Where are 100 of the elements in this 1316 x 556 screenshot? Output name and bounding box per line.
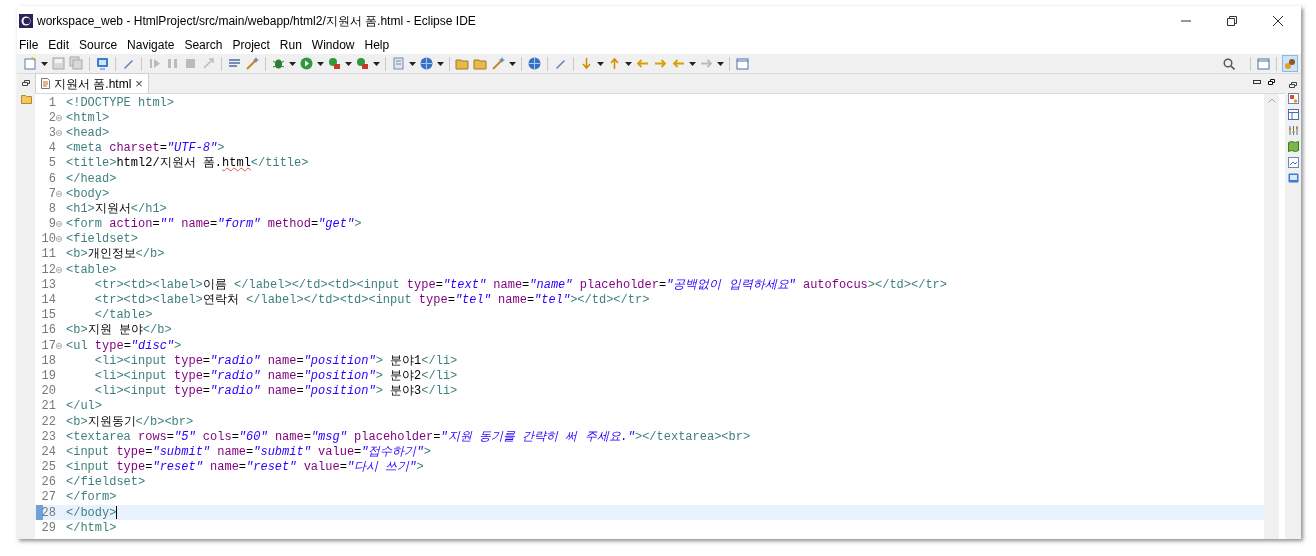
restore-icon[interactable] xyxy=(1289,82,1297,88)
code-line: </fieldset> xyxy=(66,476,146,489)
fold-icon[interactable] xyxy=(56,266,62,273)
code-line: <fieldset> xyxy=(66,233,138,246)
search-icon[interactable] xyxy=(1223,57,1235,70)
dropdown-caret-icon[interactable] xyxy=(625,61,632,66)
dropdown-caret-icon[interactable] xyxy=(689,61,696,66)
play-icon[interactable] xyxy=(299,56,314,71)
code-line: <table> xyxy=(66,263,117,276)
code-line: <b>지원동기</b><br> xyxy=(66,415,194,428)
line-number: 25 xyxy=(41,461,56,474)
code-line: </body> xyxy=(66,506,117,519)
dropdown-caret-icon[interactable] xyxy=(345,61,352,66)
fold-icon[interactable] xyxy=(56,114,62,121)
vertical-scrollbar[interactable] xyxy=(1264,94,1279,539)
dropdown-caret-icon[interactable] xyxy=(717,61,724,66)
menu-item[interactable]: File xyxy=(19,36,39,54)
sliders-icon[interactable] xyxy=(1287,125,1299,136)
line-number: 8 xyxy=(48,202,56,215)
line-number: 29 xyxy=(41,521,56,534)
dropdown-caret-icon[interactable] xyxy=(509,61,516,66)
line-number: 14 xyxy=(41,294,56,307)
fold-icon[interactable] xyxy=(56,129,62,136)
line-number: 26 xyxy=(41,476,56,489)
outline-icon[interactable] xyxy=(1287,93,1299,104)
line-number: 3 xyxy=(48,126,56,139)
line-number: 5 xyxy=(48,157,56,170)
code-line: </html> xyxy=(66,521,117,534)
restore-icon[interactable] xyxy=(22,80,30,86)
menu-item[interactable]: Window xyxy=(311,36,355,54)
dropdown-caret-icon[interactable] xyxy=(597,61,604,66)
scroll-up-icon[interactable] xyxy=(1267,98,1276,103)
line-number: 21 xyxy=(41,400,56,413)
dropdown-caret-icon[interactable] xyxy=(437,61,444,66)
line-number: 15 xyxy=(41,309,56,322)
text-cursor xyxy=(116,506,118,520)
dropdown-caret-icon[interactable] xyxy=(373,61,380,66)
code-line: <tr><td><label>이름 </label></td><td><input type="text" name="name" placeholder="공백없이 입력하세요" autofocus></td></tr> xyxy=(93,278,947,291)
perspective-button[interactable] xyxy=(1282,55,1298,72)
line-number: 9 xyxy=(48,218,56,231)
table-icon[interactable] xyxy=(1287,109,1299,120)
line-number: 1 xyxy=(48,96,56,109)
open-folder-icon[interactable] xyxy=(473,56,488,71)
monitor-icon[interactable] xyxy=(95,56,110,71)
close-tab-button[interactable]: × xyxy=(135,77,143,90)
image-file-icon[interactable] xyxy=(1287,157,1299,168)
dropdown-caret-icon[interactable] xyxy=(317,61,324,66)
line-number: 16 xyxy=(41,324,56,337)
window-icon[interactable] xyxy=(1256,56,1271,71)
line-number: 4 xyxy=(48,142,56,155)
code-line: <!DOCTYPE html> xyxy=(66,96,175,109)
code-line: <html> xyxy=(66,111,110,124)
menu-item[interactable]: Source xyxy=(79,36,118,54)
code-line: <li><input type="radio" name="position"> 분야2</li> xyxy=(93,369,458,382)
open-folder-icon[interactable] xyxy=(455,56,470,71)
menu-item[interactable]: Help xyxy=(364,36,390,54)
line-number: 27 xyxy=(41,491,56,504)
code-line: <body> xyxy=(66,187,110,200)
map-icon[interactable] xyxy=(1287,141,1299,152)
fold-icon[interactable] xyxy=(56,236,62,243)
line-number: 19 xyxy=(41,369,56,382)
fold-icon[interactable] xyxy=(56,342,62,349)
tab-label: 지원서 폼.html xyxy=(54,75,132,93)
code-line: </table> xyxy=(93,309,153,322)
dropdown-caret-icon[interactable] xyxy=(409,61,416,66)
line-number: 10 xyxy=(41,233,56,246)
fold-icon[interactable] xyxy=(56,190,62,197)
menu-item[interactable]: Edit xyxy=(48,36,70,54)
wand-icon[interactable] xyxy=(245,56,260,71)
line-number: 22 xyxy=(41,415,56,428)
fold-icon[interactable] xyxy=(56,221,62,228)
globe-icon[interactable] xyxy=(419,56,434,71)
globe-icon[interactable] xyxy=(527,56,542,71)
window-icon[interactable] xyxy=(735,56,750,71)
dropdown-caret-icon[interactable] xyxy=(289,61,296,66)
code-line: <input type="reset" name="reset" value="다시 쓰기"> xyxy=(66,461,424,474)
window-title: workspace_web - HtmlProject/src/main/webapp/html2/지원서 폼.html - Eclipse IDE xyxy=(37,13,476,30)
menu-item[interactable]: Project xyxy=(232,36,270,54)
code-line: <li><input type="radio" name="position"> 분야1</li> xyxy=(93,354,458,367)
maximize-icon[interactable] xyxy=(1268,79,1275,85)
code-line: <b>개인정보</b> xyxy=(66,248,165,261)
code-line: <li><input type="radio" name="position"> 분야3</li> xyxy=(93,385,458,398)
menu-item[interactable]: Run xyxy=(279,36,302,54)
line-number: 23 xyxy=(41,430,56,443)
console-icon[interactable] xyxy=(1287,173,1299,184)
line-number: 7 xyxy=(48,187,56,200)
code-line: <title>html2/지원서 폼.html</title> xyxy=(66,157,309,170)
code-line: <b>지원 분야</b> xyxy=(66,324,172,337)
menu-item[interactable]: Search xyxy=(184,36,223,54)
editor-tab[interactable]: 지원서 폼.html × xyxy=(35,73,149,93)
folder-icon[interactable] xyxy=(20,94,32,104)
line-number: 6 xyxy=(48,172,56,185)
line-number: 17 xyxy=(41,339,56,352)
menu-item[interactable]: Navigate xyxy=(127,36,175,54)
save-all-icon[interactable] xyxy=(69,56,84,71)
code-line: <textarea rows="5" cols="60" name="msg" placeholder="지원 동기를 간략히 써 주세요."></textarea><br> xyxy=(66,430,751,443)
dropdown-caret-icon[interactable] xyxy=(41,61,48,66)
code-line: <input type="submit" name="submit" value="접수하기"> xyxy=(66,445,431,458)
code-line: <head> xyxy=(66,126,110,139)
minimize-icon[interactable] xyxy=(1253,80,1261,85)
